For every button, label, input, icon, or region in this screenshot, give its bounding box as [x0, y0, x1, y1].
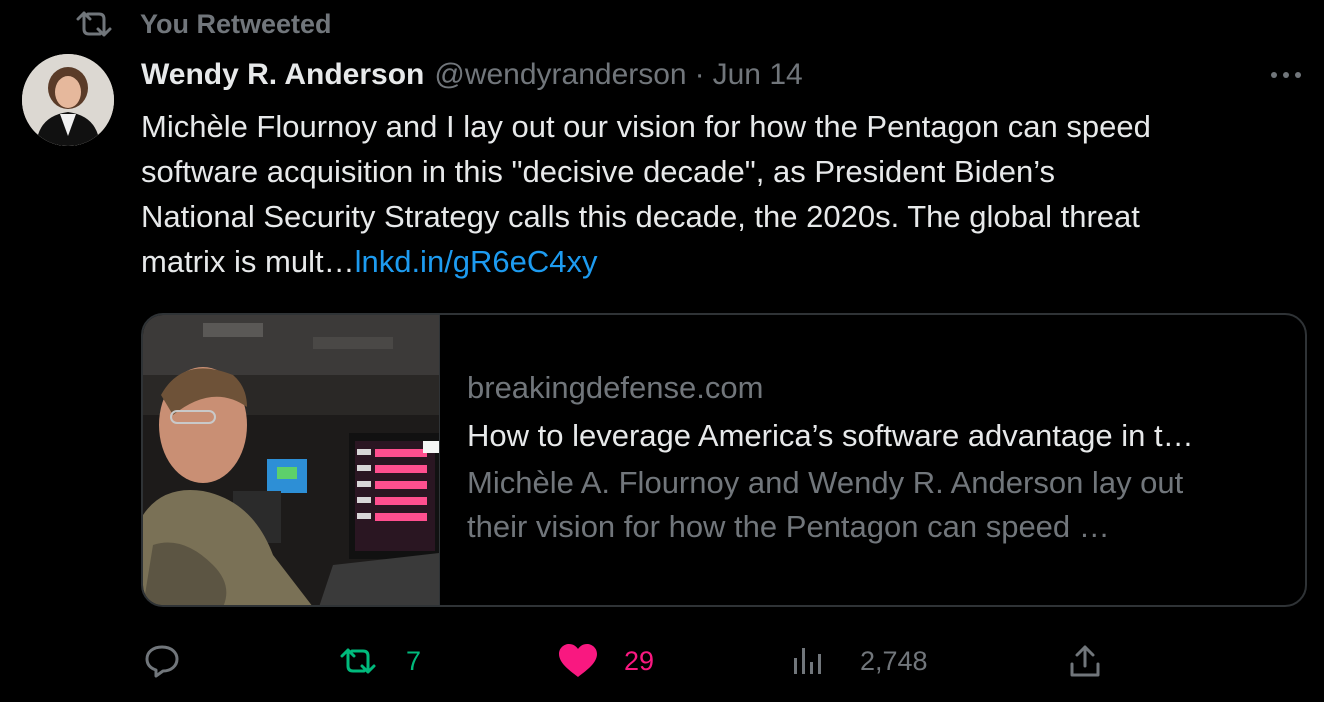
- link-preview-card[interactable]: breakingdefense.com How to leverage Amer…: [141, 313, 1307, 607]
- like-count: 29: [624, 645, 655, 676]
- heart-icon: [559, 644, 597, 677]
- card-body[interactable]: breakingdefense.com How to leverage Amer…: [467, 365, 1287, 549]
- reply-icon: [145, 645, 179, 678]
- tweet-text-line: National Security Strategy calls this de…: [141, 199, 1140, 234]
- card-description-line: their vision for how the Pentagon can sp…: [467, 509, 1110, 544]
- tweet-text-line: software acquisition in this "decisive d…: [141, 154, 1056, 189]
- retweet-count: 7: [406, 645, 422, 676]
- card-thumbnail[interactable]: [143, 315, 440, 605]
- card-description-line: Michèle A. Flournoy and Wendy R. Anderso…: [467, 465, 1184, 500]
- views-button[interactable]: 2,748: [792, 636, 928, 686]
- avatar[interactable]: [22, 54, 114, 146]
- card-description: Michèle A. Flournoy and Wendy R. Anderso…: [467, 461, 1287, 549]
- views-count: 2,748: [860, 645, 928, 676]
- separator-dot: ·: [694, 58, 705, 91]
- social-context: You Retweeted: [76, 6, 332, 42]
- tweet-text: Michèle Flournoy and I lay out our visio…: [141, 104, 1301, 284]
- retweet-button[interactable]: 7: [340, 636, 421, 686]
- card-domain: breakingdefense.com: [467, 370, 764, 405]
- tweet-text-truncated: matrix is mult…: [141, 244, 355, 279]
- tweet-text-line: matrix is mult…lnkd.in/gR6eC4xy: [141, 239, 1301, 284]
- card-title: How to leverage America’s software advan…: [467, 418, 1194, 453]
- share-button[interactable]: [1068, 636, 1102, 686]
- tweet-header: Wendy R. Anderson @wendyranderson · Jun …: [141, 52, 803, 98]
- author-handle[interactable]: @wendyranderson: [434, 58, 686, 92]
- share-icon: [1070, 645, 1100, 677]
- social-context-label[interactable]: You Retweeted: [140, 9, 332, 40]
- retweet-icon: [340, 648, 376, 674]
- reply-button[interactable]: [144, 636, 180, 686]
- tweet-date[interactable]: Jun 14: [713, 58, 803, 92]
- more-options-icon[interactable]: [1266, 64, 1306, 86]
- action-bar: 7 29 2,748: [0, 636, 1324, 686]
- tweet-link[interactable]: lnkd.in/gR6eC4xy: [355, 244, 598, 279]
- tweet-text-line: Michèle Flournoy and I lay out our visio…: [141, 109, 1151, 144]
- author-name[interactable]: Wendy R. Anderson: [141, 58, 424, 92]
- retweet-icon: [76, 11, 112, 37]
- views-icon: [794, 648, 821, 674]
- like-button[interactable]: 29: [558, 636, 654, 686]
